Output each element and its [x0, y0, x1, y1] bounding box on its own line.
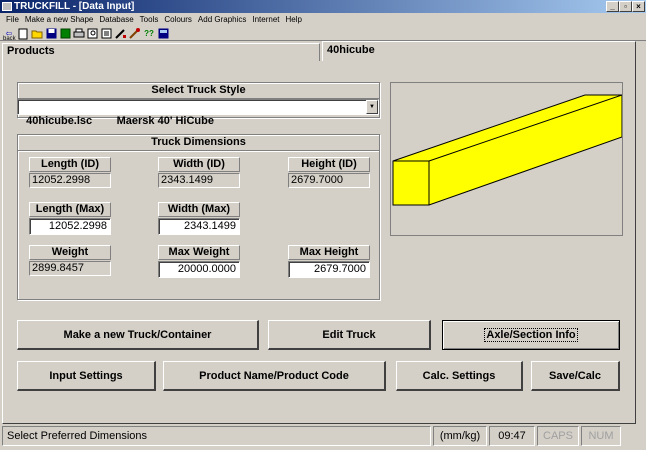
length-id-label: Length (ID): [29, 157, 111, 172]
length-max-field[interactable]: 12052.2998: [29, 218, 111, 235]
max-height-field[interactable]: 2679.7000: [288, 261, 370, 278]
truck-style-title: Select Truck Style: [18, 83, 379, 99]
menu-bar: File Make a new Shape Database Tools Col…: [0, 13, 646, 27]
close-button[interactable]: ×: [632, 1, 645, 12]
max-weight-field[interactable]: 20000.0000: [158, 261, 240, 278]
app-icon: [2, 2, 12, 11]
truck-preview: [390, 82, 623, 236]
status-num: NUM: [581, 426, 621, 446]
max-weight-label: Max Weight: [158, 245, 240, 260]
toolbar: ⇦ ??: [0, 27, 646, 41]
paint-icon[interactable]: [129, 27, 141, 40]
weight-value: 2899.8457: [29, 261, 111, 276]
help-icon[interactable]: ??: [143, 28, 155, 40]
menu-database[interactable]: Database: [96, 13, 136, 27]
truck-dimensions-title: Truck Dimensions: [18, 135, 379, 151]
tools-icon[interactable]: [115, 28, 127, 40]
width-id-label: Width (ID): [158, 157, 240, 172]
menu-file[interactable]: File: [3, 13, 22, 27]
new-file-icon[interactable]: [17, 28, 29, 40]
height-id-value: 2679.7000: [288, 173, 370, 188]
database-icon[interactable]: [59, 28, 71, 40]
tab-products[interactable]: Products: [2, 43, 320, 61]
height-id-label: Height (ID): [288, 157, 370, 172]
status-units: (mm/kg): [433, 426, 487, 446]
length-id-value: 12052.2998: [29, 173, 111, 188]
save-calc-button[interactable]: Save/Calc: [531, 361, 620, 391]
axle-section-info-label: Axle/Section Info: [484, 328, 578, 342]
truck-style-value: 40hicube.lsc Maersk 40' HiCube: [26, 115, 214, 127]
save-icon[interactable]: [45, 28, 57, 40]
print-preview-icon[interactable]: [87, 28, 99, 40]
status-message: Select Preferred Dimensions: [2, 426, 431, 446]
calculator-icon[interactable]: [157, 28, 169, 40]
restore-button[interactable]: ▫: [619, 1, 632, 12]
graphics-icon[interactable]: [101, 28, 113, 40]
edit-truck-button[interactable]: Edit Truck: [268, 320, 431, 350]
max-height-label: Max Height: [288, 245, 370, 260]
width-max-field[interactable]: 2343.1499: [158, 218, 240, 235]
menu-make-new-shape[interactable]: Make a new Shape: [22, 13, 97, 27]
width-id-value: 2343.1499: [158, 173, 240, 188]
truck-style-select[interactable]: 40hicube.lsc Maersk 40' HiCube ▼: [17, 99, 379, 127]
length-max-label: Length (Max): [29, 202, 111, 217]
truck-3d-graphic: [392, 94, 623, 206]
back-label: back: [3, 36, 16, 42]
make-new-truck-button[interactable]: Make a new Truck/Container: [17, 320, 259, 350]
status-time: 09:47: [489, 426, 535, 446]
menu-add-graphics[interactable]: Add Graphics: [195, 13, 249, 27]
window-title: TRUCKFILL - [Data Input]: [14, 1, 135, 12]
truck-body: [392, 94, 623, 206]
chevron-down-icon[interactable]: ▼: [366, 100, 378, 114]
title-bar: TRUCKFILL - [Data Input]: [0, 0, 646, 13]
weight-label: Weight: [29, 245, 111, 260]
print-icon[interactable]: [73, 28, 85, 40]
axle-section-info-button[interactable]: Axle/Section Info: [442, 320, 620, 350]
menu-internet[interactable]: Internet: [249, 13, 282, 27]
input-settings-button[interactable]: Input Settings: [17, 361, 156, 391]
menu-colours[interactable]: Colours: [161, 13, 195, 27]
minimize-button[interactable]: _: [606, 1, 619, 12]
open-folder-icon[interactable]: [31, 28, 43, 40]
width-max-label: Width (Max): [158, 202, 240, 217]
calc-settings-button[interactable]: Calc. Settings: [396, 361, 523, 391]
product-name-code-button[interactable]: Product Name/Product Code: [163, 361, 386, 391]
menu-tools[interactable]: Tools: [137, 13, 162, 27]
tab-40hicube[interactable]: 40hicube: [322, 41, 636, 61]
menu-help[interactable]: Help: [283, 13, 305, 27]
status-caps: CAPS: [537, 426, 579, 446]
